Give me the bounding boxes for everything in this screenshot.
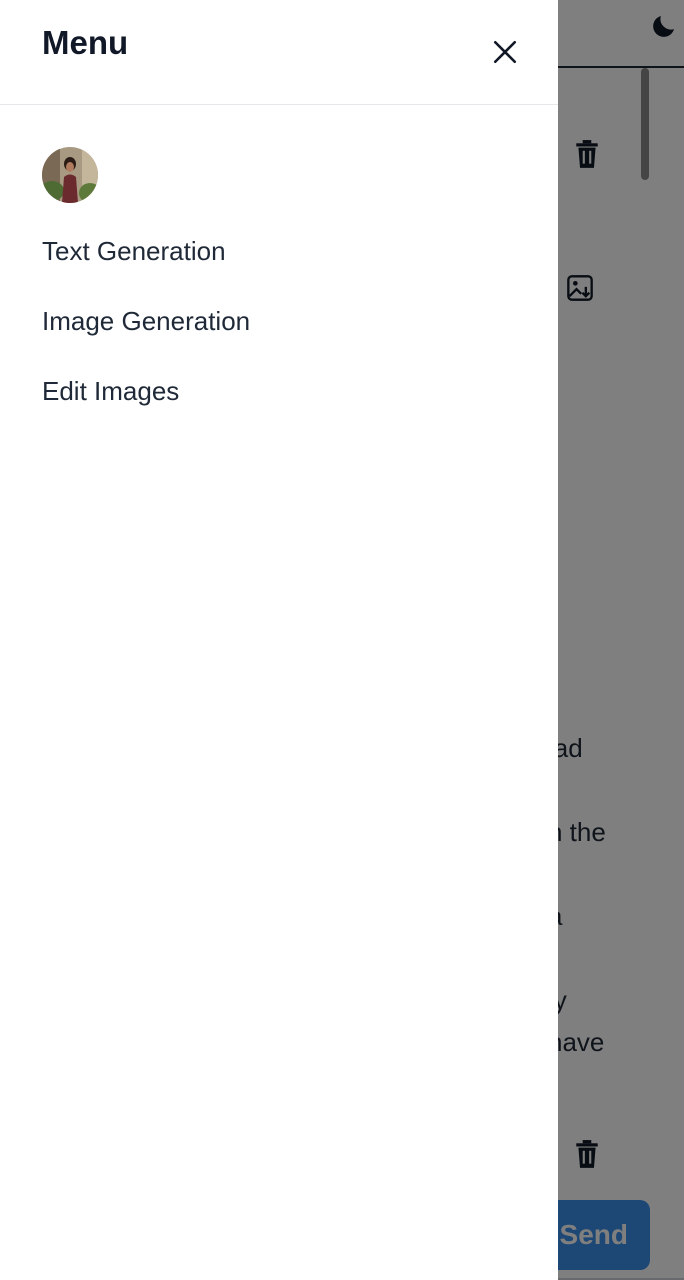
menu-item-text-generation[interactable]: Text Generation bbox=[42, 236, 226, 267]
close-drawer-button[interactable] bbox=[486, 33, 524, 71]
user-avatar-image bbox=[42, 147, 98, 203]
avatar[interactable] bbox=[42, 147, 98, 203]
menu-item-image-generation[interactable]: Image Generation bbox=[42, 306, 250, 337]
close-icon bbox=[493, 40, 517, 64]
drawer-header: Menu bbox=[0, 0, 558, 105]
navigation-drawer: Menu Text Generation Image Generation Ed… bbox=[0, 0, 558, 1280]
drawer-title: Menu bbox=[42, 24, 129, 61]
menu-item-edit-images[interactable]: Edit Images bbox=[42, 376, 179, 407]
page: lad n the a ly have Send Menu bbox=[0, 0, 684, 1280]
